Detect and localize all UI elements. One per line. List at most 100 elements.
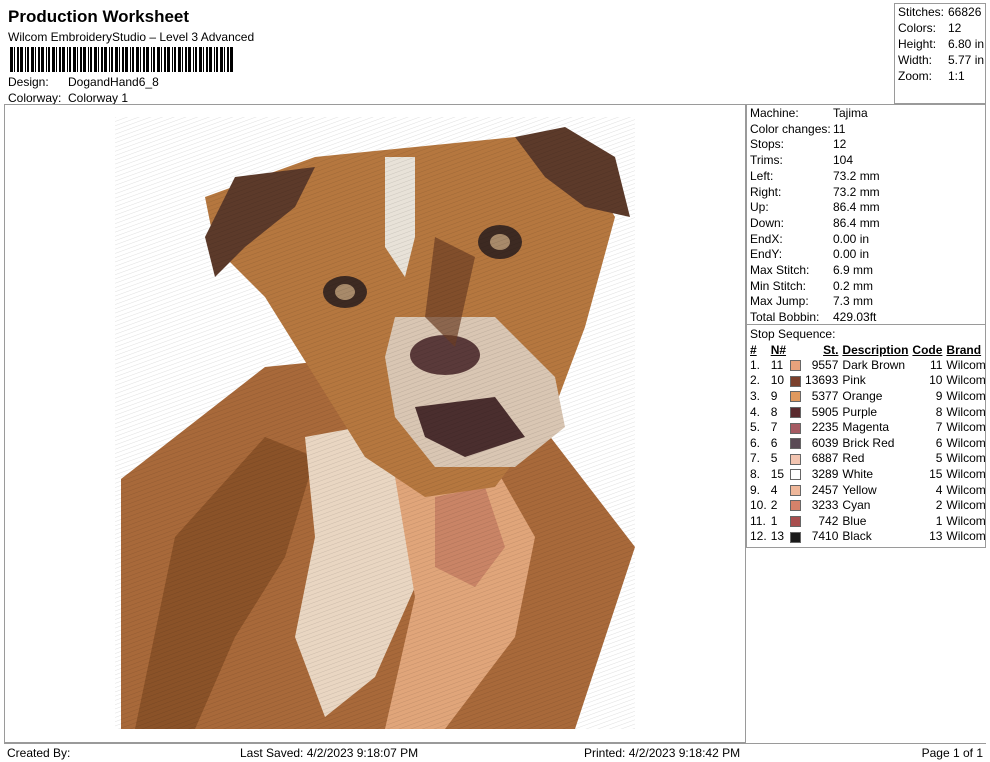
barcode-bar xyxy=(20,47,23,72)
barcode-bar xyxy=(17,47,19,72)
thread-brand: Wilcom xyxy=(946,482,986,497)
design-value: DogandHand6_8 xyxy=(68,75,159,89)
stop-num: 7. xyxy=(750,451,761,466)
thread-brand: Wilcom xyxy=(946,404,986,419)
barcode-bar xyxy=(203,47,204,72)
printed-date: Printed: 4/2/2023 9:18:42 PM xyxy=(584,746,741,760)
stitch-count: 5377 xyxy=(811,388,839,403)
barcode-bar xyxy=(109,47,110,72)
stop-num: 8. xyxy=(750,466,761,481)
barcode-bar xyxy=(27,47,29,72)
stop-num: 10. xyxy=(750,498,767,513)
param-row: Stops: 12 xyxy=(750,137,980,151)
swatch-cell xyxy=(788,529,803,545)
barcode-bar xyxy=(216,47,218,72)
param-value: Tajima xyxy=(833,106,868,120)
param-row: Max Stitch: 6.9 mm xyxy=(750,263,980,277)
height-value: 6.80 in xyxy=(948,37,985,51)
param-row: Min Stitch: 0.2 mm xyxy=(750,279,980,293)
param-row: Machine: Tajima xyxy=(750,106,980,120)
barcode-bar xyxy=(174,47,176,72)
needle-number: 9 xyxy=(770,388,778,403)
needle-number: 10 xyxy=(770,373,785,388)
colorway-row: Colorway: Colorway 1 xyxy=(8,91,128,105)
barcode-bar xyxy=(73,47,76,72)
barcode-bar xyxy=(80,47,82,72)
param-label: Stops: xyxy=(750,137,785,152)
created-by: Created By: xyxy=(7,746,71,760)
thread-code: 10 xyxy=(929,373,943,388)
param-label: Right: xyxy=(750,184,782,199)
swatch-cell xyxy=(788,373,803,389)
barcode-bar xyxy=(227,47,229,72)
stitch-count: 13693 xyxy=(805,373,839,388)
barcode-bar xyxy=(220,47,223,72)
thread-description: Yellow xyxy=(842,482,877,497)
width-value: 5.77 in xyxy=(948,53,985,67)
color-swatch xyxy=(790,375,802,387)
stop-row: 7. 5 6887 Red 5 Wilcom xyxy=(748,451,988,467)
param-value: 7.3 mm xyxy=(833,294,874,309)
param-label: EndX: xyxy=(750,231,783,246)
col-needle: N# xyxy=(770,342,787,357)
needle-number: 7 xyxy=(770,420,778,435)
param-value: 429.03ft xyxy=(833,310,877,325)
barcode-bar xyxy=(182,47,183,72)
thread-description: Brick Red xyxy=(842,435,895,450)
param-value: 0.00 in xyxy=(833,247,870,262)
stitch-count: 3289 xyxy=(811,466,839,481)
swatch-cell xyxy=(788,357,803,373)
dog-embroidery-image xyxy=(115,117,635,729)
barcode-bar xyxy=(10,47,13,72)
colors-row: Colors: 12 xyxy=(898,21,988,35)
stop-row: 8. 15 3289 White 15 Wilcom xyxy=(748,466,988,482)
barcode-bar xyxy=(161,47,162,72)
param-value: 0.2 mm xyxy=(833,278,874,293)
param-row: Right: 73.2 mm xyxy=(750,185,980,199)
param-label: Down: xyxy=(750,215,785,230)
barcode-bar xyxy=(167,47,170,72)
thread-code: 1 xyxy=(935,513,943,528)
param-value: 12 xyxy=(833,137,847,152)
colors-value: 12 xyxy=(948,21,962,35)
barcode-bar xyxy=(115,47,118,72)
barcode-bar xyxy=(101,47,103,72)
thread-code: 6 xyxy=(935,435,943,450)
swatch-cell xyxy=(788,497,803,513)
barcode-bar xyxy=(119,47,120,72)
stitch-count: 6887 xyxy=(811,451,839,466)
page-number: Page 1 of 1 xyxy=(921,746,983,760)
stop-num: 3. xyxy=(750,388,761,403)
stop-row: 4. 8 5905 Purple 8 Wilcom xyxy=(748,404,988,420)
barcode-bar xyxy=(35,47,36,72)
swatch-cell xyxy=(788,513,803,529)
needle-number: 1 xyxy=(770,513,778,528)
col-color xyxy=(788,342,803,357)
param-label: Up: xyxy=(750,200,769,215)
barcode-bar xyxy=(52,47,55,72)
stop-row: 3. 9 5377 Orange 9 Wilcom xyxy=(748,388,988,404)
stop-num: 2. xyxy=(750,373,761,388)
thread-code: 7 xyxy=(935,420,943,435)
barcode xyxy=(10,47,233,72)
needle-number: 11 xyxy=(770,357,784,372)
barcode-bar xyxy=(195,47,197,72)
height-label: Height: xyxy=(898,37,937,51)
swatch-cell xyxy=(788,404,803,420)
needle-number: 8 xyxy=(770,404,778,419)
stop-row: 6. 6 6039 Brick Red 6 Wilcom xyxy=(748,435,988,451)
param-label: Machine: xyxy=(750,106,799,120)
thread-description: Blue xyxy=(842,513,867,528)
param-label: Trims: xyxy=(750,153,783,168)
thread-description: Magenta xyxy=(842,420,890,435)
design-row: Design: DogandHand6_8 xyxy=(8,75,159,89)
param-label: Min Stitch: xyxy=(750,278,807,293)
thread-brand: Wilcom xyxy=(946,466,986,481)
col-num: # xyxy=(750,342,757,357)
barcode-bar xyxy=(90,47,92,72)
swatch-cell xyxy=(788,435,803,451)
stop-num: 5. xyxy=(750,420,761,435)
param-row: Left: 73.2 mm xyxy=(750,169,980,183)
barcode-bar xyxy=(104,47,107,72)
color-swatch xyxy=(790,453,802,465)
